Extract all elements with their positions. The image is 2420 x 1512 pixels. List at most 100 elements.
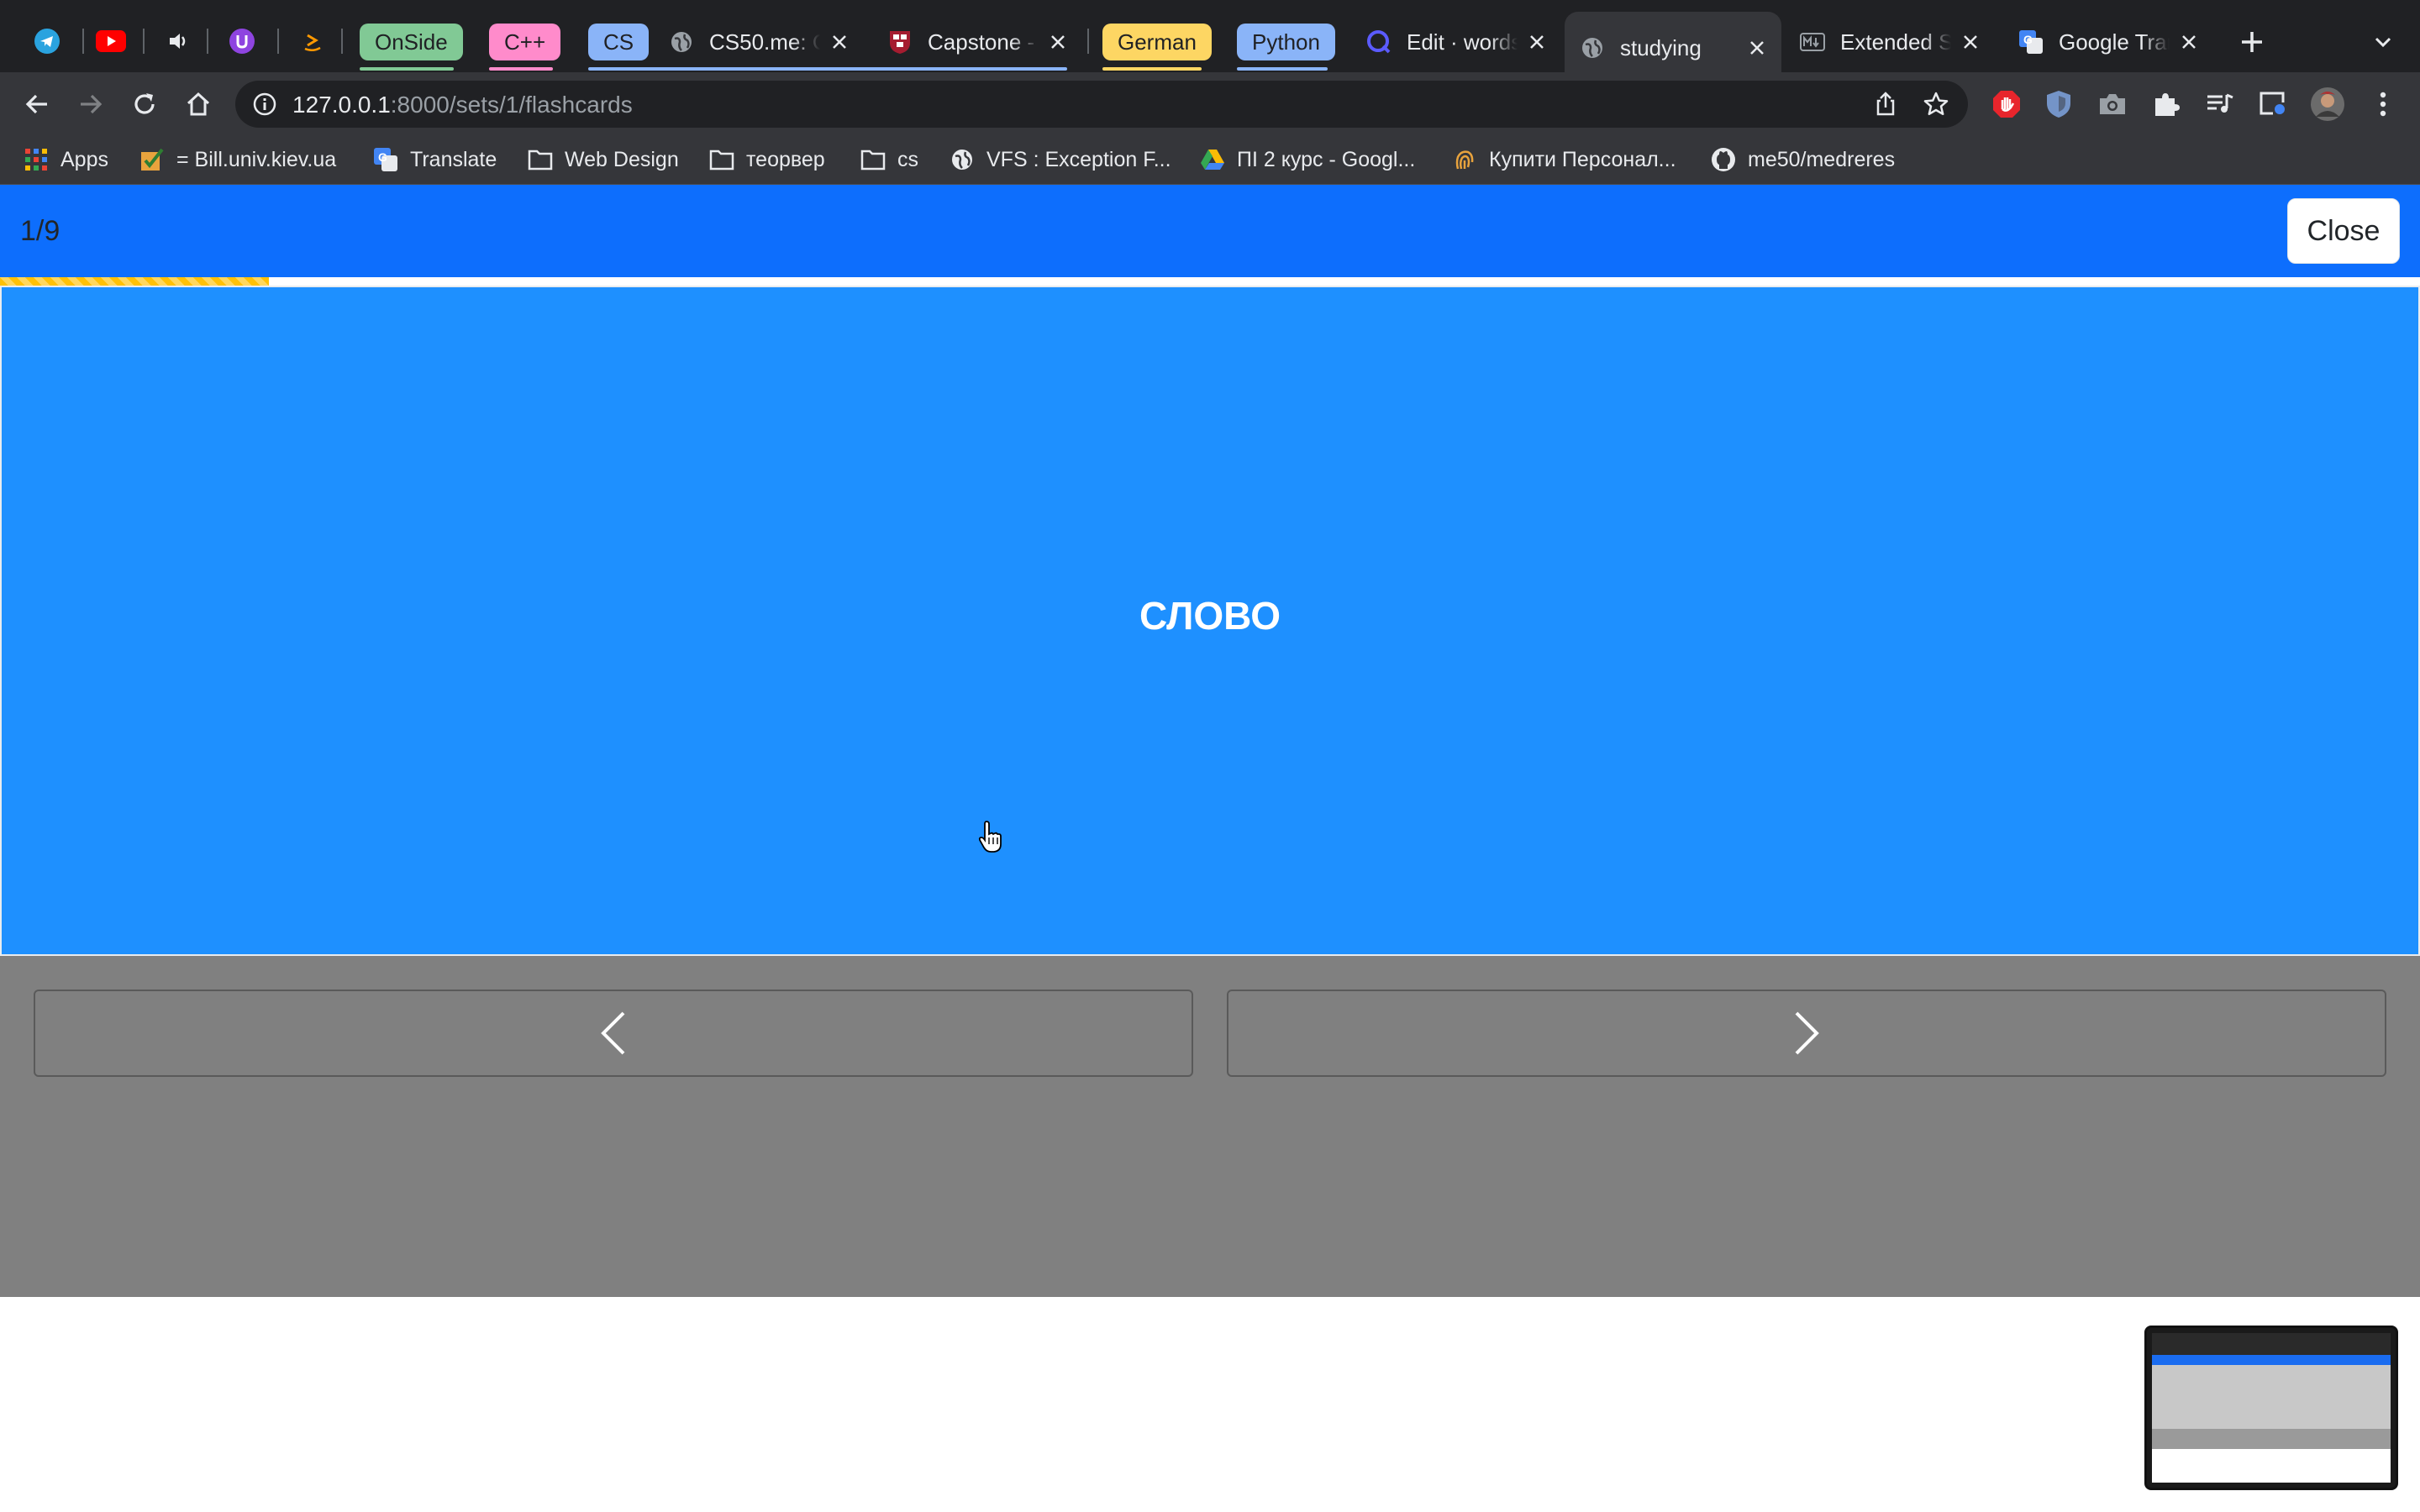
tab-capstone[interactable]: Capstone - bbox=[872, 12, 1082, 72]
forward-button[interactable] bbox=[71, 84, 111, 124]
puzzle-piece-icon bbox=[2155, 93, 2180, 116]
new-tab-button[interactable] bbox=[2233, 24, 2270, 60]
extensions-button[interactable] bbox=[2148, 86, 2185, 123]
flashcard[interactable]: СЛОВО bbox=[0, 286, 2420, 956]
bookmark-vfs[interactable]: VFS : Exception F... bbox=[950, 143, 1171, 176]
pinned-tab-purple[interactable] bbox=[222, 13, 262, 69]
amazon-icon bbox=[304, 34, 321, 51]
globe-icon bbox=[1580, 35, 1605, 60]
avatar bbox=[2311, 87, 2344, 121]
checkbox-icon bbox=[139, 147, 165, 172]
previous-card-button[interactable] bbox=[34, 990, 1193, 1077]
tab-extended[interactable]: Extended S bbox=[1785, 12, 1995, 72]
reload-icon bbox=[134, 93, 155, 114]
close-icon[interactable] bbox=[827, 29, 852, 55]
progress-bar-fill bbox=[0, 277, 269, 286]
tab-title: Google Tran bbox=[2059, 29, 2170, 55]
quill-icon bbox=[1366, 29, 1392, 55]
tab-group-cs[interactable]: CS bbox=[588, 24, 650, 60]
close-icon[interactable] bbox=[1045, 29, 1071, 55]
globe-icon bbox=[669, 29, 694, 55]
bookmark-folder-web-design[interactable]: Web Design bbox=[528, 143, 679, 176]
tab-edit-words[interactable]: Edit · words bbox=[1351, 12, 1561, 72]
reading-mode-button[interactable] bbox=[2255, 86, 2292, 123]
pinned-tab-audio[interactable] bbox=[158, 13, 198, 69]
tab-title: studying bbox=[1620, 34, 1702, 60]
tab-cs50[interactable]: CS50.me: C bbox=[654, 12, 864, 72]
tab-title: Extended S bbox=[1840, 29, 1951, 55]
close-button[interactable]: Close bbox=[2287, 198, 2400, 264]
tab-strip: OnSide C++ CS CS50.me: C Capstone - Germ… bbox=[0, 0, 2420, 84]
bookmark-apps[interactable]: Apps bbox=[24, 143, 108, 176]
screen-recording-thumbnail[interactable] bbox=[2144, 1326, 2398, 1490]
camera-icon bbox=[2100, 94, 2125, 114]
bookmarks-bar: Apps = Bill.univ.kiev.ua G Translate Web… bbox=[0, 136, 2420, 185]
folder-icon bbox=[528, 147, 553, 172]
shield-extension[interactable] bbox=[2040, 86, 2077, 123]
pinned-tab-youtube[interactable] bbox=[91, 13, 131, 69]
back-button[interactable] bbox=[17, 84, 57, 124]
close-icon[interactable] bbox=[1744, 35, 1770, 60]
screenshot-extension[interactable] bbox=[2094, 86, 2131, 123]
folder-icon bbox=[860, 147, 886, 172]
bookmark-label: VFS : Exception F... bbox=[986, 147, 1171, 171]
address-bar[interactable]: 127.0.0.1:8000/sets/1/flashcards bbox=[235, 81, 1968, 128]
profile-avatar[interactable] bbox=[2309, 86, 2346, 123]
close-icon[interactable] bbox=[2176, 29, 2202, 55]
bookmark-folder-teorver[interactable]: теорвер bbox=[709, 143, 825, 176]
chevron-down-icon bbox=[2375, 37, 2391, 48]
url-host: 127.0.0.1 bbox=[292, 92, 391, 118]
media-controls-button[interactable] bbox=[2202, 86, 2238, 123]
adblock-extension[interactable] bbox=[1988, 86, 2025, 123]
bookmark-translate[interactable]: G Translate bbox=[373, 143, 497, 176]
folder-icon bbox=[709, 147, 734, 172]
next-card-button[interactable] bbox=[1227, 990, 2386, 1077]
close-icon[interactable] bbox=[1958, 29, 1983, 55]
info-icon[interactable] bbox=[252, 92, 277, 117]
flashcard-word: СЛОВО bbox=[1139, 594, 1281, 638]
bookmark-label: ПІ 2 курс - Googl... bbox=[1237, 147, 1416, 171]
shield-icon bbox=[2047, 91, 2070, 118]
bookmark-drive[interactable]: ПІ 2 курс - Googl... bbox=[1200, 143, 1415, 176]
pinned-tab-telegram[interactable] bbox=[27, 13, 67, 69]
url-path: :8000/sets/1/flashcards bbox=[390, 92, 633, 118]
purple-app-icon bbox=[229, 29, 255, 54]
tab-group-cpp[interactable]: C++ bbox=[489, 24, 561, 60]
flashcards-header: 1/9 Close bbox=[0, 185, 2420, 277]
tab-title: CS50.me: C bbox=[709, 29, 820, 55]
bookmark-label: Web Design bbox=[565, 147, 679, 171]
svg-text:G: G bbox=[2023, 33, 2033, 46]
tab-title: Edit · words bbox=[1407, 29, 1518, 55]
arrow-left-icon bbox=[25, 94, 47, 114]
bookmark-bill[interactable]: = Bill.univ.kiev.ua bbox=[139, 143, 336, 176]
tab-search-button[interactable] bbox=[2365, 24, 2402, 60]
bookmark-label: me50/medreres bbox=[1748, 147, 1896, 171]
google-drive-icon bbox=[1200, 147, 1225, 172]
speaker-icon bbox=[170, 34, 186, 49]
menu-button[interactable] bbox=[2365, 86, 2402, 123]
playlist-icon bbox=[2207, 93, 2233, 113]
tab-group-german[interactable]: German bbox=[1102, 24, 1212, 60]
arrow-right-icon bbox=[81, 94, 103, 114]
pinned-tab-amazon[interactable] bbox=[292, 13, 333, 69]
tab-group-python[interactable]: Python bbox=[1237, 24, 1335, 60]
chevron-right-icon bbox=[1795, 1011, 1819, 1055]
bookmark-github[interactable]: me50/medreres bbox=[1711, 143, 1895, 176]
bookmark-label: = Bill.univ.kiev.ua bbox=[176, 147, 337, 171]
adblock-hand-icon bbox=[1993, 91, 2020, 118]
side-panel-icon bbox=[2260, 92, 2286, 116]
url-text[interactable]: 127.0.0.1:8000/sets/1/flashcards bbox=[292, 92, 633, 118]
google-translate-icon: G bbox=[373, 147, 398, 172]
tab-google-translate[interactable]: G Google Tran bbox=[2003, 12, 2213, 72]
reload-button[interactable] bbox=[124, 84, 165, 124]
share-icon[interactable] bbox=[1872, 91, 1899, 118]
close-icon[interactable] bbox=[1524, 29, 1549, 55]
home-icon bbox=[187, 92, 210, 116]
tab-group-onside[interactable]: OnSide bbox=[360, 24, 463, 60]
bookmark-kupyty[interactable]: Купити Персонал... bbox=[1452, 143, 1676, 176]
markdown-icon bbox=[1800, 29, 1825, 55]
bookmark-label: Translate bbox=[410, 147, 497, 171]
bookmark-star-icon[interactable] bbox=[1923, 91, 1949, 118]
bookmark-folder-cs[interactable]: cs bbox=[860, 143, 918, 176]
home-button[interactable] bbox=[178, 84, 218, 124]
